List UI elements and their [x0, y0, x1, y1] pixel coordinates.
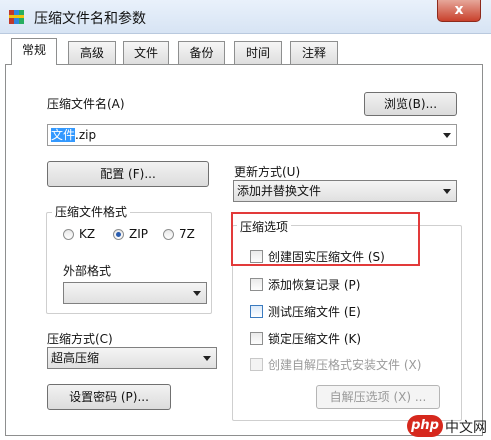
sfx-options-button[interactable]: 自解压选项 (X) ... — [316, 385, 440, 409]
config-button[interactable]: 配置 (F)... — [47, 161, 209, 187]
filename-extension-text: .zip — [75, 128, 97, 142]
create-sfx-checkbox[interactable] — [250, 358, 263, 371]
browse-button[interactable]: 浏览(B)... — [364, 92, 457, 116]
create-sfx-label: 创建自解压格式安装文件 (X) — [268, 358, 422, 372]
highlight-annotation-box — [231, 212, 420, 266]
tab-backup[interactable]: 备份 — [178, 41, 225, 64]
radio-7z-label: 7Z — [179, 227, 195, 241]
update-mode-label: 更新方式(U) — [234, 165, 301, 179]
external-format-select[interactable] — [63, 282, 207, 304]
method-value: 超高压缩 — [51, 351, 100, 365]
watermark: php 中文网 — [407, 415, 487, 437]
chevron-down-icon[interactable] — [203, 356, 211, 361]
filename-combo[interactable]: 文件.zip — [47, 124, 457, 146]
radio-kz-label: KZ — [79, 227, 96, 241]
update-mode-value: 添加并替换文件 — [237, 184, 322, 198]
tab-general[interactable]: 常规 — [11, 38, 57, 65]
lock-archive-label: 锁定压缩文件 (K) — [268, 332, 362, 346]
radio-zip[interactable] — [113, 229, 124, 240]
test-archive-label: 测试压缩文件 (E) — [268, 305, 361, 319]
tab-comment[interactable]: 注释 — [290, 41, 338, 64]
tab-files[interactable]: 文件 — [123, 41, 169, 64]
recovery-record-label: 添加恢复记录 (P) — [268, 278, 361, 292]
lock-archive-checkbox[interactable] — [250, 332, 263, 345]
radio-7z[interactable] — [163, 229, 174, 240]
filename-selected-text: 文件 — [51, 128, 76, 142]
watermark-logo: php — [407, 415, 443, 437]
window-title: 压缩文件名和参数 — [34, 11, 146, 27]
method-select[interactable]: 超高压缩 — [47, 347, 217, 369]
close-button[interactable]: x — [437, 0, 481, 22]
chevron-down-icon[interactable] — [443, 133, 451, 138]
tab-time[interactable]: 时间 — [234, 41, 282, 64]
radio-kz[interactable] — [63, 229, 74, 240]
test-archive-checkbox[interactable] — [250, 305, 263, 318]
external-format-label: 外部格式 — [63, 264, 112, 278]
chevron-down-icon[interactable] — [443, 189, 451, 194]
format-group-title: 压缩文件格式 — [52, 203, 131, 220]
filename-label: 压缩文件名(A) — [47, 97, 125, 111]
method-label: 压缩方式(C) — [47, 332, 113, 346]
chevron-down-icon[interactable] — [193, 291, 201, 296]
archive-app-icon — [9, 10, 24, 24]
set-password-button[interactable]: 设置密码 (P)... — [47, 384, 171, 410]
recovery-record-checkbox[interactable] — [250, 278, 263, 291]
watermark-text: 中文网 — [445, 420, 487, 436]
tab-advanced[interactable]: 高级 — [68, 41, 116, 64]
radio-zip-label: ZIP — [129, 227, 148, 241]
update-mode-select[interactable]: 添加并替换文件 — [233, 180, 457, 202]
